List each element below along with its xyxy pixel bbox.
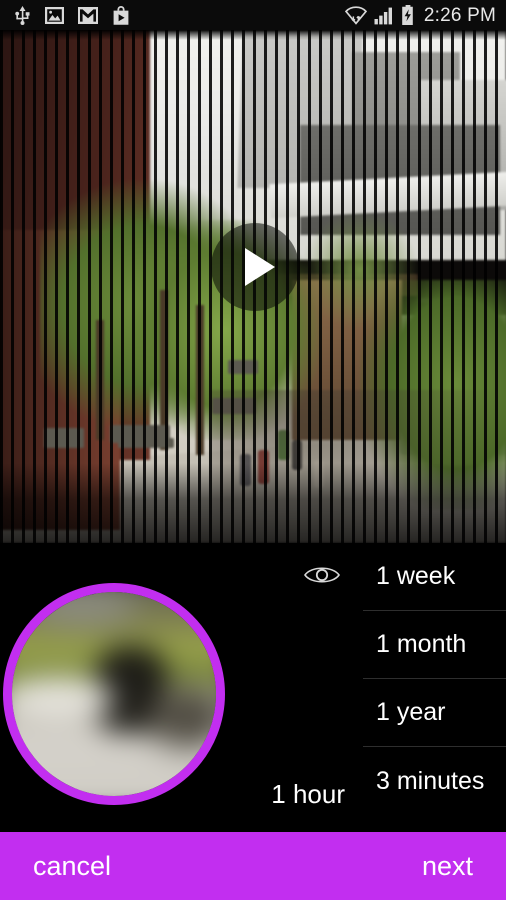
status-bar-clock: 2:26 PM <box>423 4 496 26</box>
play-button[interactable] <box>211 223 299 311</box>
play-icon <box>244 248 275 286</box>
wifi-icon <box>344 5 367 25</box>
next-button[interactable]: next <box>422 852 473 880</box>
duration-option-1-month[interactable]: 1 month <box>363 611 506 679</box>
battery-charging-icon <box>401 5 415 25</box>
cellular-signal-icon <box>374 6 394 25</box>
status-bar: 2:26 PM <box>0 0 506 30</box>
avatar-image <box>12 592 216 796</box>
avatar[interactable] <box>3 583 225 805</box>
duration-option-label: 1 week <box>376 562 456 590</box>
video-top-fade <box>0 30 506 40</box>
duration-option-list[interactable]: 1 week 1 month 1 year 3 minutes <box>363 543 506 832</box>
play-store-icon <box>112 5 130 25</box>
duration-option-label: 1 month <box>376 630 467 658</box>
eye-icon[interactable] <box>303 562 341 593</box>
status-bar-left-icons <box>0 5 130 25</box>
duration-option-1-year[interactable]: 1 year <box>363 679 506 747</box>
video-bottom-fade <box>0 463 506 543</box>
status-bar-right-icons: 2:26 PM <box>344 4 506 26</box>
duration-option-label: 3 minutes <box>376 766 485 795</box>
selected-duration-value: 1 hour <box>271 779 345 809</box>
usb-icon <box>14 5 31 25</box>
image-icon <box>45 6 64 24</box>
duration-option-3-minutes[interactable]: 3 minutes <box>363 747 506 815</box>
duration-option-label: 1 year <box>376 698 446 726</box>
duration-option-1-week[interactable]: 1 week <box>363 543 506 611</box>
cancel-button[interactable]: cancel <box>33 852 111 880</box>
phone-screen: 2:26 PM 1 hour 1 week 1 month 1 year 3 m… <box>0 0 506 900</box>
gmail-icon <box>78 6 98 24</box>
action-bar: cancel next <box>0 832 506 900</box>
